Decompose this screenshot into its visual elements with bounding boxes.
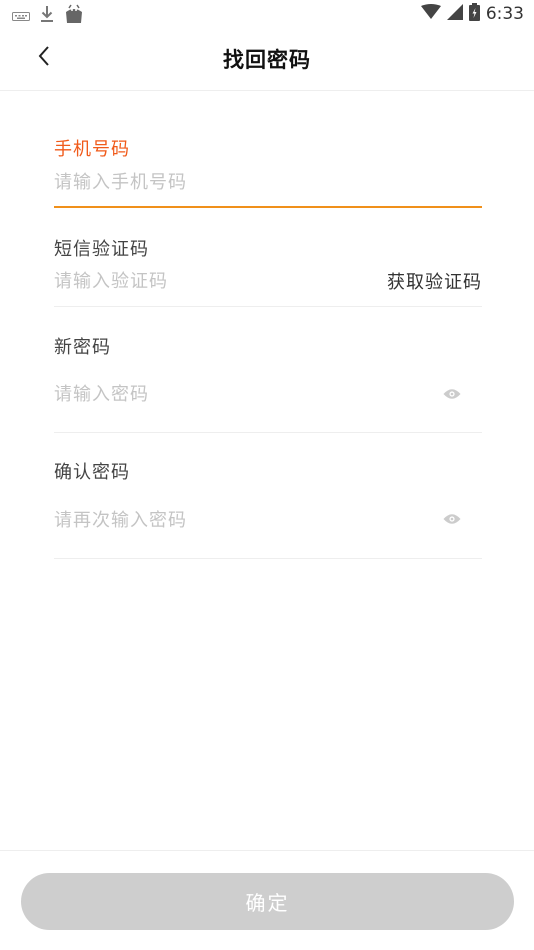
new-password-underline [54,432,482,433]
get-code-button[interactable]: 获取验证码 [387,268,482,294]
status-left-icons [12,4,84,28]
confirm-password-input[interactable] [54,507,374,533]
confirm-password-field: 确认密码 [54,456,482,561]
phone-underline [54,206,482,208]
cellular-icon [446,4,463,24]
battery-icon [468,3,480,25]
status-right-icons: 6:33 [420,3,524,25]
confirm-button[interactable]: 确定 [21,873,514,930]
bottom-divider [0,850,534,851]
confirm-button-label: 确定 [245,891,290,915]
new-password-visibility-toggle[interactable] [442,384,462,404]
new-password-label: 新密码 [54,337,111,358]
confirm-password-label: 确认密码 [54,462,130,483]
nav-bar: 找回密码 [0,28,534,91]
page-title: 找回密码 [223,48,311,72]
sms-code-label: 短信验证码 [54,239,149,260]
new-password-field: 新密码 [54,330,482,435]
eye-icon [443,510,461,529]
keyboard-icon [12,7,30,26]
store-bag-icon [64,4,84,28]
sms-code-field: 短信验证码 获取验证码 [54,230,482,310]
phone-label: 手机号码 [54,139,130,160]
sms-code-underline [54,306,482,307]
confirm-password-underline [54,558,482,559]
confirm-password-visibility-toggle[interactable] [442,509,462,529]
phone-input[interactable] [54,169,374,195]
status-bar: 6:33 [0,0,534,28]
wifi-icon [420,4,441,24]
new-password-input[interactable] [54,381,374,407]
download-icon [40,5,54,27]
status-time: 6:33 [485,4,524,24]
phone-field: 手机号码 [54,130,482,210]
sms-code-input[interactable] [54,268,354,294]
eye-icon [443,385,461,404]
